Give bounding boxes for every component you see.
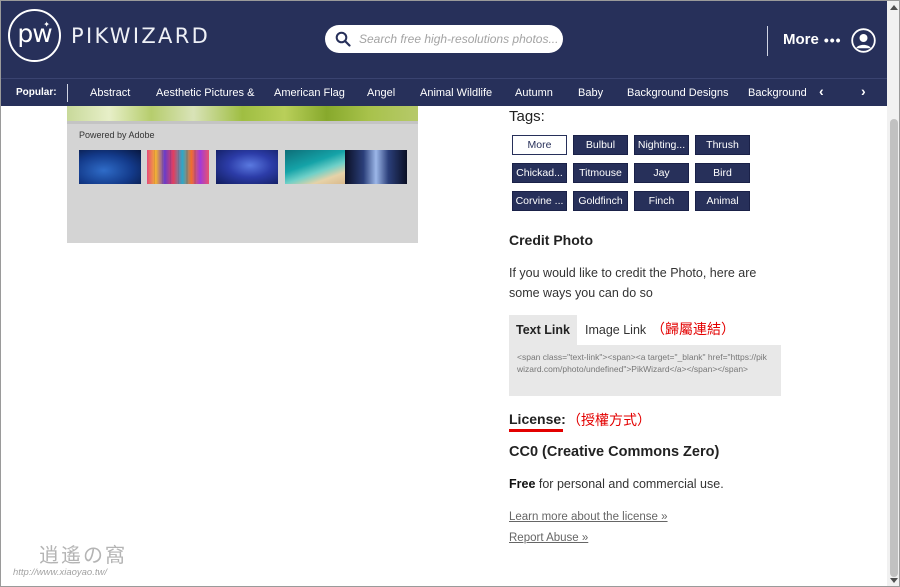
annotation-license-type: （授權方式） [567, 412, 651, 428]
license-heading: License: [509, 411, 566, 427]
search-bar[interactable] [325, 25, 563, 53]
usage-text: for personal and commercial use. [535, 477, 724, 491]
tag-chip[interactable]: Bulbul [573, 135, 628, 155]
adobe-thumbnail[interactable] [147, 150, 209, 184]
credit-code-snippet[interactable]: <span class="text-link"><span><a target=… [509, 345, 781, 396]
tags-heading: Tags: [509, 108, 545, 125]
site-header: pw ✦ PIKWIZARD More ••• [1, 1, 887, 78]
watermark-mark: 逍遙の窩 [39, 543, 127, 567]
search-input[interactable] [359, 32, 559, 46]
popular-item-background[interactable]: Background [748, 87, 807, 99]
adobe-powered-label: Powered by Adobe [79, 130, 155, 140]
license-colon: : [561, 411, 566, 427]
popular-item-abstract[interactable]: Abstract [90, 87, 130, 99]
user-account-icon[interactable] [851, 28, 876, 53]
browser-viewport: pw ✦ PIKWIZARD More ••• Popular: Abstrac… [0, 0, 900, 587]
annotation-attribution-link: （歸屬連結） [651, 321, 735, 337]
tag-chip[interactable]: Animal [695, 191, 750, 211]
popular-label: Popular: [16, 83, 68, 102]
logo-text: PIKWIZARD [71, 23, 211, 48]
popular-item-background-designs[interactable]: Background Designs [627, 87, 729, 99]
tag-chip[interactable]: Nighting... [634, 135, 689, 155]
search-icon [335, 31, 351, 47]
popular-item-baby[interactable]: Baby [578, 87, 603, 99]
chevron-left-icon[interactable]: ‹ [819, 83, 824, 99]
popular-item-american-flag[interactable]: American Flag [274, 87, 345, 99]
adobe-thumbnail[interactable] [79, 150, 141, 184]
header-divider [767, 26, 768, 56]
adobe-thumbnail[interactable] [345, 150, 407, 184]
adobe-stock-panel: Powered by Adobe [67, 121, 418, 243]
tab-text-link[interactable]: Text Link [509, 315, 577, 345]
credit-photo-heading: Credit Photo [509, 232, 593, 248]
more-menu-button[interactable]: More ••• [783, 31, 842, 48]
annotation-underline [509, 429, 563, 432]
page-scrollbar[interactable] [887, 1, 899, 586]
logo-circle-icon: pw ✦ [8, 9, 61, 62]
tag-chip[interactable]: Thrush [695, 135, 750, 155]
adobe-thumbnail[interactable] [285, 150, 347, 184]
popular-item-animal-wildlife[interactable]: Animal Wildlife [420, 87, 492, 99]
tag-chip[interactable]: Bird [695, 163, 750, 183]
report-abuse-link[interactable]: Report Abuse » [509, 532, 588, 544]
tag-more-button[interactable]: More [512, 135, 567, 155]
popular-item-angel[interactable]: Angel [367, 87, 395, 99]
tag-chip[interactable]: Corvine ... [512, 191, 567, 211]
adobe-thumbnail[interactable] [216, 150, 278, 184]
tab-image-link[interactable]: Image Link [585, 315, 646, 345]
tag-chip[interactable]: Titmouse [573, 163, 628, 183]
more-dots-icon: ••• [823, 31, 842, 48]
popular-item-autumn[interactable]: Autumn [515, 87, 553, 99]
license-label: License [509, 411, 562, 427]
tag-chip[interactable]: Finch [634, 191, 689, 211]
scrollbar-thumb[interactable] [890, 119, 898, 577]
more-label: More [783, 31, 819, 48]
main-photo[interactable] [67, 106, 418, 121]
popular-categories-bar: Popular: Abstract Aesthetic Pictures & A… [1, 78, 887, 106]
tag-chip[interactable]: Chickad... [512, 163, 567, 183]
tag-chip[interactable]: Goldfinch [573, 191, 628, 211]
tag-chip[interactable]: Jay [634, 163, 689, 183]
license-usage-text: Free for personal and commercial use. [509, 477, 724, 491]
popular-item-aesthetic-pictures[interactable]: Aesthetic Pictures & [156, 87, 254, 99]
learn-more-license-link[interactable]: Learn more about the license » [509, 511, 668, 523]
credit-description: If you would like to credit the Photo, h… [509, 266, 757, 300]
site-watermark: 逍遙の窩 http://www.xiaoyao.tw/ [11, 539, 151, 583]
free-label: Free [509, 477, 536, 491]
watermark-url: http://www.xiaoyao.tw/ [13, 567, 107, 578]
license-type: CC0 (Creative Commons Zero) [509, 444, 720, 460]
pikwizard-logo[interactable]: pw ✦ PIKWIZARD [8, 9, 210, 62]
sparkle-icon: ✦ [43, 20, 50, 29]
chevron-right-icon[interactable]: › [861, 83, 866, 99]
scroll-down-arrow-icon[interactable] [890, 578, 898, 583]
scroll-up-arrow-icon[interactable] [890, 5, 898, 10]
